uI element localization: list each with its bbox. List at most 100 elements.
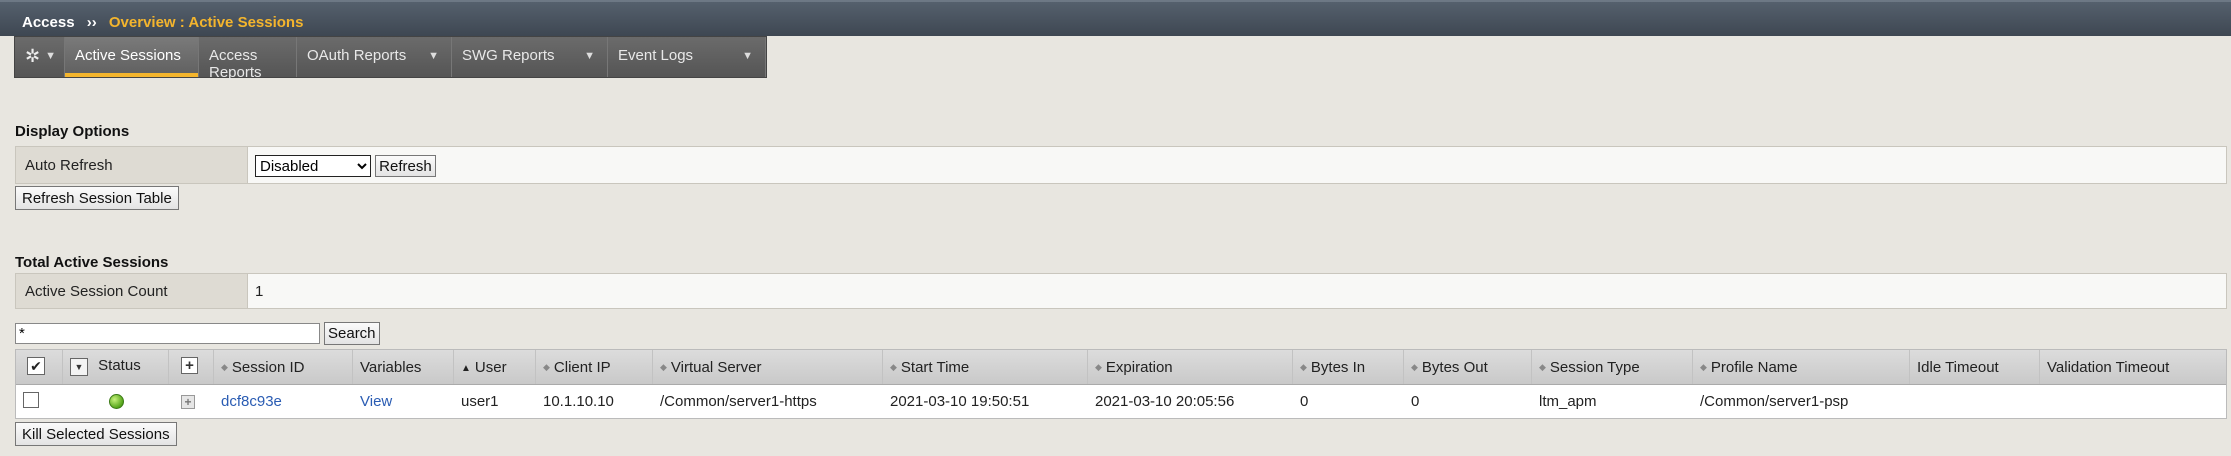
tab-oauth-reports[interactable]: OAuth Reports ▼: [297, 37, 452, 77]
column-filter-dropdown[interactable]: ▼: [70, 358, 88, 376]
expand-row-icon[interactable]: +: [181, 395, 195, 409]
kill-selected-sessions-button[interactable]: Kill Selected Sessions: [15, 422, 177, 446]
column-label: Virtual Server: [670, 359, 762, 376]
user-cell: user1: [461, 393, 499, 410]
column-bytes-out[interactable]: ◆ Bytes Out: [1404, 350, 1532, 384]
refresh-button[interactable]: Refresh: [375, 155, 436, 177]
sessions-table: ✔ ▼ Status + ◆ Session ID Variables ▲ User…: [15, 349, 2227, 419]
table-row: + dcf8c93e View user1 10.1.10.10 /Common…: [16, 385, 2226, 418]
column-label: Client IP: [553, 359, 611, 376]
column-label: Session Type: [1549, 359, 1640, 376]
column-label: Bytes Out: [1421, 359, 1488, 376]
column-variables: Variables: [353, 350, 454, 384]
display-options-title: Display Options: [15, 123, 130, 140]
refresh-session-table-button[interactable]: Refresh Session Table: [15, 186, 179, 210]
session-id-cell: dcf8c93e: [214, 385, 353, 418]
sort-icon: ◆: [890, 362, 897, 372]
column-session-id[interactable]: ◆ Session ID: [214, 350, 353, 384]
tab-swg-reports[interactable]: SWG Reports ▼: [452, 37, 608, 77]
sort-icon: ◆: [1095, 362, 1102, 372]
column-label: Variables: [360, 359, 422, 376]
validation-timeout-cell: [2040, 385, 2226, 418]
sort-icon: ◆: [1411, 362, 1418, 372]
auto-refresh-label: Auto Refresh: [16, 147, 248, 183]
auto-refresh-select[interactable]: Disabled: [255, 155, 371, 177]
column-expiration[interactable]: ◆ Expiration: [1088, 350, 1293, 384]
variables-view-link[interactable]: View: [360, 393, 392, 410]
column-label: Session ID: [231, 359, 305, 376]
variables-cell: View: [353, 385, 454, 418]
column-label: Status: [98, 357, 141, 374]
column-label: Validation Timeout: [2047, 359, 2170, 376]
expand-all-icon[interactable]: +: [181, 357, 198, 374]
session-id-link[interactable]: dcf8c93e: [221, 393, 282, 410]
title-bar: Access ›› Overview : Active Sessions: [0, 0, 2231, 36]
sort-icon: ◆: [543, 362, 550, 372]
sort-icon: ◆: [1700, 362, 1707, 372]
column-client-ip[interactable]: ◆ Client IP: [536, 350, 653, 384]
column-status[interactable]: ▼ Status: [63, 350, 169, 384]
column-label: User: [474, 359, 507, 376]
gear-icon: ✲: [25, 46, 41, 66]
total-sessions-title: Total Active Sessions: [15, 254, 169, 271]
sort-ascending-icon: ▲: [461, 363, 471, 374]
section-title: Access: [22, 14, 75, 31]
column-validation-timeout: Validation Timeout: [2040, 350, 2226, 384]
expiration-cell: 2021-03-10 20:05:56: [1095, 393, 1235, 410]
sort-icon: ◆: [660, 362, 667, 372]
session-type-cell: ltm_apm: [1539, 393, 1597, 410]
select-all-checkbox[interactable]: ✔: [27, 357, 45, 375]
select-all-cell: ✔: [16, 350, 63, 384]
column-label: Profile Name: [1710, 359, 1798, 376]
idle-timeout-cell: [1910, 385, 2040, 418]
tab-label: OAuth Reports: [307, 47, 407, 64]
session-count-table: Active Session Count 1: [15, 273, 2227, 309]
row-expand-cell: +: [169, 385, 214, 418]
tab-label: Access Reports: [209, 47, 262, 81]
sort-icon: ◆: [221, 362, 228, 372]
column-virtual-server[interactable]: ◆ Virtual Server: [653, 350, 883, 384]
column-user[interactable]: ▲ User: [454, 350, 536, 384]
breadcrumb-separator: ››: [86, 14, 97, 31]
profile-name-cell: /Common/server1-psp: [1700, 393, 1849, 410]
column-profile-name[interactable]: ◆ Profile Name: [1693, 350, 1910, 384]
tab-event-logs[interactable]: Event Logs ▼: [608, 37, 766, 77]
column-label: Start Time: [900, 359, 970, 376]
breadcrumb[interactable]: Overview : Active Sessions: [109, 14, 304, 31]
tab-access-reports[interactable]: Access Reports: [199, 37, 297, 81]
search-button[interactable]: Search: [324, 322, 380, 345]
tab-settings-menu[interactable]: ✲ ▼: [15, 37, 65, 77]
column-idle-timeout: Idle Timeout: [1910, 350, 2040, 384]
row-status-cell: [63, 385, 169, 418]
bytes-out-cell: 0: [1411, 393, 1420, 410]
column-bytes-in[interactable]: ◆ Bytes In: [1293, 350, 1404, 384]
column-start-time[interactable]: ◆ Start Time: [883, 350, 1088, 384]
tab-bar: ✲ ▼ Active Sessions Access Reports OAuth…: [14, 36, 767, 81]
search-input[interactable]: [15, 323, 320, 344]
column-session-type[interactable]: ◆ Session Type: [1532, 350, 1693, 384]
display-options-table: Auto Refresh Disabled Refresh: [15, 146, 2227, 184]
row-select-cell: [16, 385, 63, 418]
expand-all-cell: +: [169, 350, 214, 384]
status-active-icon: [109, 394, 124, 409]
sort-icon: ◆: [1300, 362, 1307, 372]
chevron-down-icon: ▼: [584, 50, 595, 62]
chevron-down-icon: ▼: [45, 50, 56, 62]
bytes-in-cell: 0: [1300, 393, 1309, 410]
session-count-label: Active Session Count: [16, 274, 248, 308]
row-checkbox[interactable]: [23, 392, 39, 408]
client-ip-cell: 10.1.10.10: [543, 393, 614, 410]
virtual-server-cell: /Common/server1-https: [660, 393, 817, 410]
tab-label: Active Sessions: [75, 47, 181, 64]
start-time-cell: 2021-03-10 19:50:51: [890, 393, 1030, 410]
tab-label: SWG Reports: [462, 47, 555, 64]
column-label: Bytes In: [1310, 359, 1366, 376]
table-header: ✔ ▼ Status + ◆ Session ID Variables ▲ User…: [16, 350, 2226, 385]
column-label: Idle Timeout: [1917, 359, 1999, 376]
tab-label: Event Logs: [618, 47, 694, 64]
tab-active-sessions[interactable]: Active Sessions: [65, 37, 199, 77]
chevron-down-icon: ▼: [428, 50, 439, 62]
column-label: Expiration: [1105, 359, 1173, 376]
chevron-down-icon: ▼: [742, 50, 753, 62]
sort-icon: ◆: [1539, 362, 1546, 372]
